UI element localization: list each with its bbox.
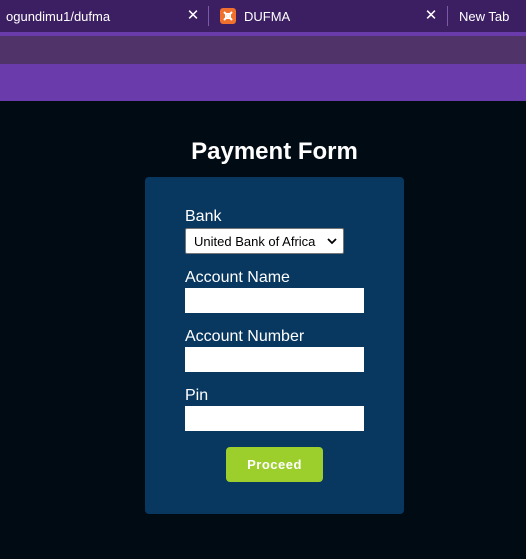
pin-input[interactable] [185,406,364,431]
tab-label: New Tab [459,8,510,24]
tab-close-icon[interactable]: ✕ [423,7,439,25]
proceed-button[interactable]: Proceed [226,447,323,482]
bank-select[interactable]: United Bank of Africa [185,228,344,254]
account-name-label: Account Name [185,269,290,286]
tab-separator [208,6,209,26]
page-title: Payment Form [191,138,358,165]
tab-dufma[interactable]: DUFMA [220,0,442,32]
tab-close-icon[interactable]: ✕ [185,7,201,25]
account-name-input[interactable] [185,288,364,313]
site-header-bar [0,64,526,101]
account-number-label: Account Number [185,328,305,345]
account-number-input[interactable] [185,347,364,372]
bank-label: Bank [185,208,222,225]
browser-tab-bar: ogundimu1/dufma ✕ DUFMA ✕ New Tab [0,0,526,32]
tab-label: ogundimu1/dufma [6,8,111,24]
browser-toolbar [0,36,526,64]
tab-separator [447,6,448,26]
chevron-down-icon [327,238,337,245]
tab-label: DUFMA [244,8,291,24]
pin-label: Pin [185,387,209,404]
bank-selected-value: United Bank of Africa [194,233,316,249]
payment-form-card: Bank United Bank of Africa Account Name … [145,177,404,514]
tab-new-tab[interactable]: New Tab [459,0,526,32]
tab-ogundimu1-dufma[interactable]: ogundimu1/dufma [6,0,206,32]
xampp-icon [220,8,236,24]
